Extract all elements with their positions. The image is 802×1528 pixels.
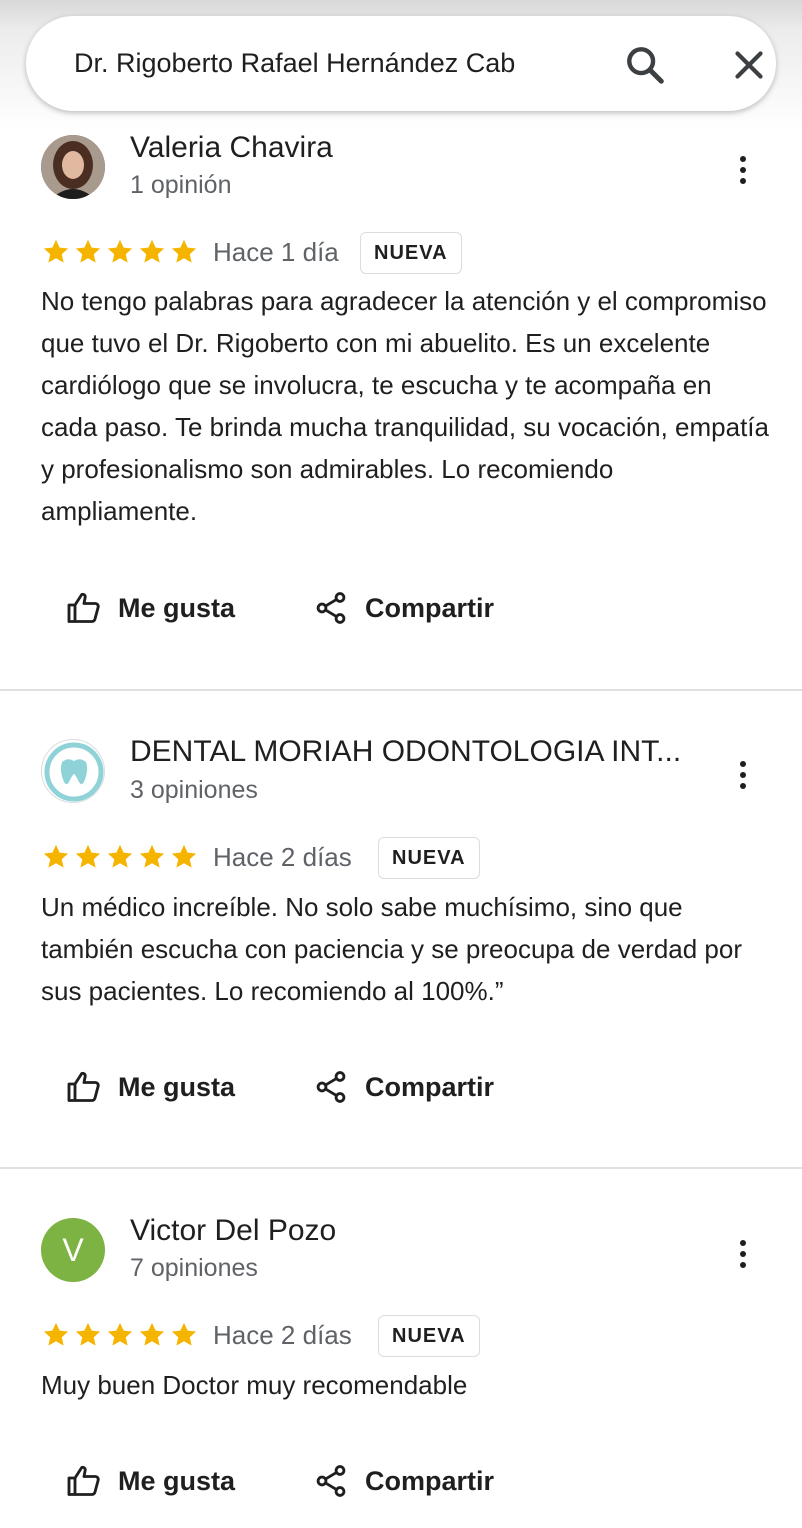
author-review-count: 7 opiniones xyxy=(130,1254,258,1282)
star-icon xyxy=(43,844,69,868)
avatar[interactable] xyxy=(41,135,105,199)
star-icon xyxy=(75,844,101,868)
review-text: Muy buen Doctor muy recomendable xyxy=(41,1370,468,1400)
star-icon xyxy=(107,239,133,263)
star-icon xyxy=(171,844,197,868)
star-icon xyxy=(43,239,69,263)
author-review-count: 1 opinión xyxy=(130,171,232,199)
share-icon xyxy=(316,592,346,624)
star-rating xyxy=(41,842,199,872)
like-label: Me gusta xyxy=(118,1071,236,1102)
star-icon xyxy=(75,239,101,263)
new-badge: NUEVA xyxy=(378,837,480,879)
share-icon xyxy=(316,1071,346,1103)
divider xyxy=(0,689,802,691)
star-icon xyxy=(107,844,133,868)
search-icon[interactable] xyxy=(622,42,668,88)
author-name[interactable]: Victor Del Pozo xyxy=(130,1214,336,1248)
more-options-icon[interactable] xyxy=(730,755,756,795)
thumb-up-icon xyxy=(67,1071,100,1102)
avatar[interactable] xyxy=(41,739,105,803)
more-options-icon[interactable] xyxy=(730,150,756,190)
divider xyxy=(0,1167,802,1169)
share-icon xyxy=(316,1465,346,1497)
thumb-up-icon xyxy=(67,1465,100,1496)
avatar[interactable]: V xyxy=(41,1218,105,1282)
star-icon xyxy=(43,1322,69,1346)
share-label: Compartir xyxy=(365,1465,495,1496)
share-label: Compartir xyxy=(365,592,495,623)
search-bar[interactable]: Dr. Rigoberto Rafael Hernández Cab xyxy=(26,16,776,111)
star-icon xyxy=(107,1322,133,1346)
new-badge: NUEVA xyxy=(360,232,462,274)
author-review-count: 3 opiniones xyxy=(130,776,258,804)
share-label: Compartir xyxy=(365,1071,495,1102)
author-name[interactable]: DENTAL MORIAH ODONTOLOGIA INT... xyxy=(130,735,681,769)
review-time: Hace 2 días xyxy=(213,842,352,872)
like-label: Me gusta xyxy=(118,1465,236,1496)
like-button[interactable]: Me gusta xyxy=(66,583,235,633)
star-rating xyxy=(41,237,199,267)
star-icon xyxy=(171,1322,197,1346)
review-time: Hace 1 día xyxy=(213,237,339,267)
like-label: Me gusta xyxy=(118,592,236,623)
like-button[interactable]: Me gusta xyxy=(66,1456,235,1506)
star-icon xyxy=(75,1322,101,1346)
star-rating xyxy=(41,1320,199,1350)
review-time: Hace 2 días xyxy=(213,1320,352,1350)
review-text: No tengo palabras para agradecer la aten… xyxy=(41,286,769,526)
like-button[interactable]: Me gusta xyxy=(66,1062,235,1112)
review-text: Un médico increíble. No solo sabe muchís… xyxy=(41,892,742,1006)
new-badge: NUEVA xyxy=(378,1315,480,1357)
star-icon xyxy=(139,1322,165,1346)
share-button[interactable]: Compartir xyxy=(313,1062,494,1112)
author-name[interactable]: Valeria Chavira xyxy=(130,131,333,165)
share-button[interactable]: Compartir xyxy=(313,1456,494,1506)
star-icon xyxy=(171,239,197,263)
more-options-icon[interactable] xyxy=(730,1234,756,1274)
thumb-up-icon xyxy=(67,592,100,623)
close-icon[interactable] xyxy=(726,42,772,88)
avatar-letter: V xyxy=(62,1232,84,1268)
star-icon xyxy=(139,239,165,263)
search-input[interactable]: Dr. Rigoberto Rafael Hernández Cab xyxy=(74,16,594,111)
star-icon xyxy=(139,844,165,868)
share-button[interactable]: Compartir xyxy=(313,583,494,633)
